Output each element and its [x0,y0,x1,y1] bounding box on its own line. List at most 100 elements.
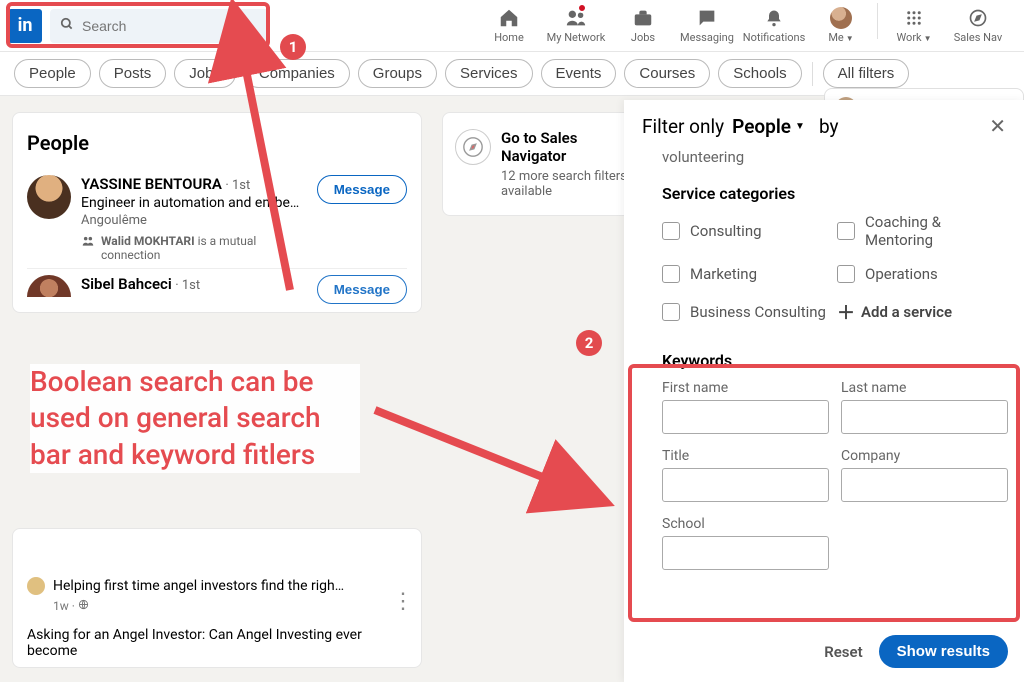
card-subtitle: 12 more search filters available [501,169,629,199]
school-input[interactable] [662,536,829,570]
kw-title: Title [662,448,829,502]
global-search[interactable] [50,9,270,43]
me-avatar [830,7,852,29]
post-age: 1w · [53,599,78,613]
person-row[interactable]: YASSINE BENTOURA · 1st Engineer in autom… [27,169,407,269]
message-button[interactable]: Message [317,275,407,304]
people-results-card: People YASSINE BENTOURA · 1st Engineer i… [12,112,422,313]
panel-by: by [819,115,839,138]
last-name-input[interactable] [841,400,1008,434]
pill-companies[interactable]: Companies [244,59,350,88]
annotation-badge-2: 2 [576,330,602,356]
pill-jobs[interactable]: Jobs [174,59,236,88]
nav-network[interactable]: My Network [541,3,611,48]
nav-home[interactable]: Home [477,3,541,48]
company-input[interactable] [841,468,1008,502]
all-filters-panel: Filter only People ▼ by ✕ volunteering S… [624,100,1024,682]
pill-events[interactable]: Events [541,59,617,88]
service-categories-heading: Service categories [662,184,1008,203]
service-grid: Consulting Coaching & Mentoring Marketin… [662,213,1008,325]
pill-separator [812,62,813,86]
card-title: Go to Sales Navigator [501,129,629,165]
nav-separator [877,3,878,39]
globe-icon [78,599,89,613]
avatar[interactable] [27,175,71,219]
kw-first-name: First name [662,380,829,434]
title-input[interactable] [662,468,829,502]
panel-prefix: Filter only [642,115,724,138]
pill-all-filters[interactable]: All filters [823,59,910,88]
search-icon [60,17,74,35]
show-results-button[interactable]: Show results [879,635,1008,668]
compass-icon [967,7,989,29]
person-degree: · 1st [175,278,200,293]
chk-operations[interactable]: Operations [837,265,1008,283]
person-row[interactable]: Sibel Bahceci · 1st Message [27,269,407,304]
nav-messaging[interactable]: Messaging [675,3,739,48]
people-heading: People [27,131,407,155]
first-name-input[interactable] [662,400,829,434]
sales-nav-card[interactable]: Go to Sales Navigator 12 more search fil… [442,112,642,216]
close-icon[interactable]: ✕ [989,114,1006,138]
reset-button[interactable]: Reset [824,643,862,661]
compass-icon [455,129,491,165]
chk-consulting[interactable]: Consulting [662,213,833,249]
kw-company: Company [841,448,1008,502]
network-badge [577,3,587,13]
avatar[interactable] [27,275,71,297]
person-location: Angoulême [81,213,307,228]
keywords-heading: Keywords [662,351,1008,370]
nav-jobs[interactable]: Jobs [611,3,675,48]
annotation-badge-1: 1 [280,34,306,60]
chk-marketing[interactable]: Marketing [662,265,833,283]
small-avatar [27,577,45,595]
add-service-button[interactable]: ＋ Add a service [837,299,1008,325]
person-degree: · 1st [225,178,250,193]
search-input[interactable] [82,18,260,34]
post-tagline: Helping first time angel investors find … [53,578,344,594]
grid-icon [903,7,925,29]
card-menu-icon[interactable]: ⋮ [392,599,414,606]
person-info: YASSINE BENTOURA · 1st Engineer in autom… [81,175,307,262]
annotation-arrow-2 [370,390,630,510]
primary-nav: Home My Network Jobs Messaging Notifi [477,3,1016,48]
chk-coaching[interactable]: Coaching & Mentoring [837,213,1008,249]
home-icon [498,7,520,29]
pill-schools[interactable]: Schools [718,59,801,88]
message-button[interactable]: Message [317,175,407,204]
linkedin-logo[interactable]: in [8,9,42,43]
pill-people[interactable]: People [14,59,91,88]
person-headline: Engineer in automation and embedd… [81,195,307,211]
chk-business-consulting[interactable]: Business Consulting [662,299,833,325]
annotation-caption: Boolean search can be used on general se… [30,364,360,473]
panel-body: volunteering Service categories Consulti… [624,148,1024,625]
panel-header: Filter only People ▼ by ✕ [624,100,1024,148]
mutual-connection: Walid MOKHTARI is a mutual connection [81,234,307,262]
post-text: Asking for an Angel Investor: Can Angel … [27,627,407,659]
nav-notifications[interactable]: Notifications [739,3,809,48]
person-name[interactable]: Sibel Bahceci [81,275,172,293]
nav-sales-nav[interactable]: Sales Nav [946,3,1010,48]
people-icon [81,234,95,251]
pill-groups[interactable]: Groups [358,59,437,88]
pill-posts[interactable]: Posts [99,59,167,88]
pill-courses[interactable]: Courses [624,59,710,88]
global-header: in Home My Network Jobs [0,0,1024,52]
bell-icon [763,7,785,29]
keywords-grid: First name Last name Title Company Schoo… [662,380,1008,570]
person-info: Sibel Bahceci · 1st [81,275,307,304]
kw-school: School [662,516,829,570]
jobs-icon [632,7,654,29]
nav-me[interactable]: Me▼ [809,3,873,48]
pill-services[interactable]: Services [445,59,533,88]
caret-down-icon: ▼ [795,121,805,132]
post-card: Helping first time angel investors find … [12,528,422,668]
panel-footer: Reset Show results [624,625,1024,682]
nav-work[interactable]: Work▼ [882,3,946,48]
messaging-icon [696,7,718,29]
kw-last-name: Last name [841,380,1008,434]
plus-icon: ＋ [837,299,855,325]
entity-dropdown[interactable]: People ▼ [732,115,805,138]
volunteering-text: volunteering [662,148,1008,166]
person-name[interactable]: YASSINE BENTOURA [81,175,222,193]
